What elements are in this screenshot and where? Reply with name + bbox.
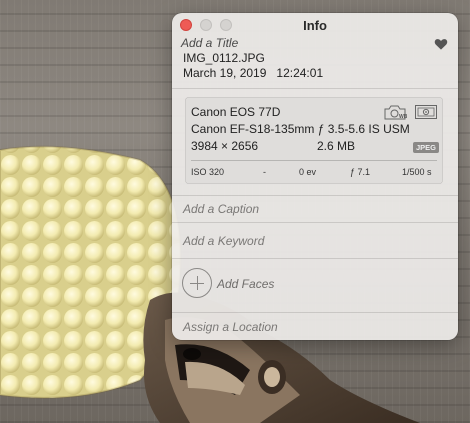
- iso-value: ISO 320: [191, 167, 225, 177]
- heart-icon[interactable]: [434, 37, 448, 51]
- add-face-button[interactable]: [182, 268, 212, 298]
- exif-divider: [191, 160, 437, 161]
- exif-box: Canon EOS 77D Canon EF-S18-135mm ƒ 3.5-5…: [185, 97, 443, 184]
- divider: [172, 88, 458, 89]
- add-faces-label[interactable]: Add Faces: [217, 277, 274, 291]
- camera-model: Canon EOS 77D: [191, 105, 281, 119]
- title-field[interactable]: Add a Title: [181, 36, 238, 50]
- lens-model: Canon EF-S18-135mm ƒ 3.5-5.6 IS USM: [191, 122, 410, 136]
- divider: [172, 195, 458, 196]
- location-field[interactable]: Assign a Location: [183, 320, 278, 334]
- aperture-value: ƒ 7.1: [350, 167, 371, 177]
- shutter-speed-value: 1/500 s: [402, 167, 432, 177]
- metering-icon: [415, 105, 437, 119]
- white-balance-icon: WB: [384, 105, 407, 120]
- time: 12:24:01: [276, 66, 324, 80]
- info-panel: Info Add a Title IMG_0112.JPG March 19, …: [172, 13, 458, 340]
- caption-field[interactable]: Add a Caption: [183, 202, 259, 216]
- divider: [172, 258, 458, 259]
- format-badge: JPEG: [413, 142, 439, 153]
- filename: IMG_0112.JPG: [183, 51, 265, 65]
- keyword-field[interactable]: Add a Keyword: [183, 234, 264, 248]
- window-title: Info: [303, 18, 327, 33]
- exposure-compensation-value: 0 ev: [299, 167, 317, 177]
- divider: [172, 312, 458, 313]
- wb-label: WB: [399, 114, 407, 120]
- title-bar[interactable]: Info: [172, 13, 458, 37]
- exif-settings-row: ISO 320 - 0 ev ƒ 7.1 1/500 s: [191, 165, 439, 179]
- divider: [172, 222, 458, 223]
- file-size: 2.6 MB: [317, 139, 356, 153]
- date: March 19, 2019: [183, 66, 267, 80]
- date-time: March 19, 2019 12:24:01: [183, 66, 323, 80]
- image-dimensions: 3984 × 2656: [191, 139, 259, 153]
- focal-length-value: -: [263, 167, 266, 177]
